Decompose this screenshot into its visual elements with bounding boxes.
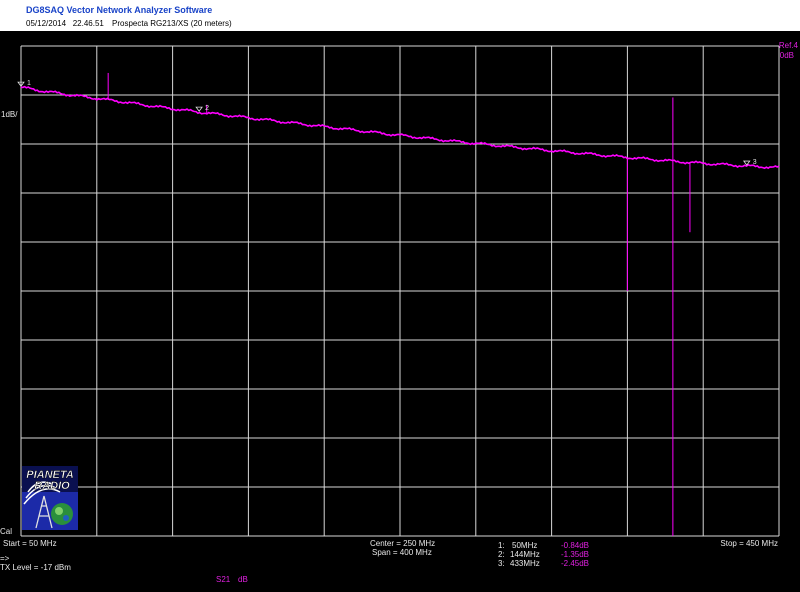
- center-frequency: Center = 250 MHz: [370, 539, 436, 548]
- s21-chart[interactable]: 1 2 3: [0, 0, 800, 592]
- ref-label: Ref.4: [778, 41, 798, 50]
- marker-3-value: -2.45dB: [561, 559, 590, 568]
- marker-2-label: 2:: [498, 550, 505, 559]
- trace-unit: dB: [238, 575, 248, 584]
- marker-2-value: -1.35dB: [561, 550, 590, 559]
- start-frequency: Start = 50 MHz: [3, 539, 57, 548]
- cal-label: Cal: [0, 527, 13, 536]
- marker-2-freq: 144MHz: [510, 550, 540, 559]
- marker-3-freq: 433MHz: [510, 559, 540, 568]
- scale-per-division: 1dB/: [1, 110, 18, 119]
- marker-2-tag: 2: [205, 105, 209, 112]
- ref-value: 0dB: [779, 51, 794, 60]
- tx-level: TX Level = -17 dBm: [0, 563, 71, 572]
- marker-1-freq: 50MHz: [512, 541, 538, 550]
- marker-1-tag: 1: [27, 80, 31, 87]
- arrow-indicator: =>: [0, 554, 10, 563]
- svg-text:RADIO: RADIO: [34, 480, 70, 492]
- stop-frequency: Stop = 450 MHz: [720, 539, 778, 548]
- span-frequency: Span = 400 MHz: [372, 548, 432, 557]
- marker-2-symbol: [195, 106, 203, 112]
- trace-parameter: S21: [216, 575, 231, 584]
- marker-3-tag: 3: [753, 159, 757, 166]
- marker-1-label: 1:: [498, 541, 505, 550]
- planeta-radio-logo: PIANETA RADIO: [22, 466, 78, 530]
- marker-1-value: -0.84dB: [561, 541, 590, 550]
- spike-layer: [107, 72, 691, 536]
- chart-grid: [20, 45, 780, 537]
- marker-layer: 1 2 3: [17, 80, 757, 166]
- marker-3-label: 3:: [498, 559, 505, 568]
